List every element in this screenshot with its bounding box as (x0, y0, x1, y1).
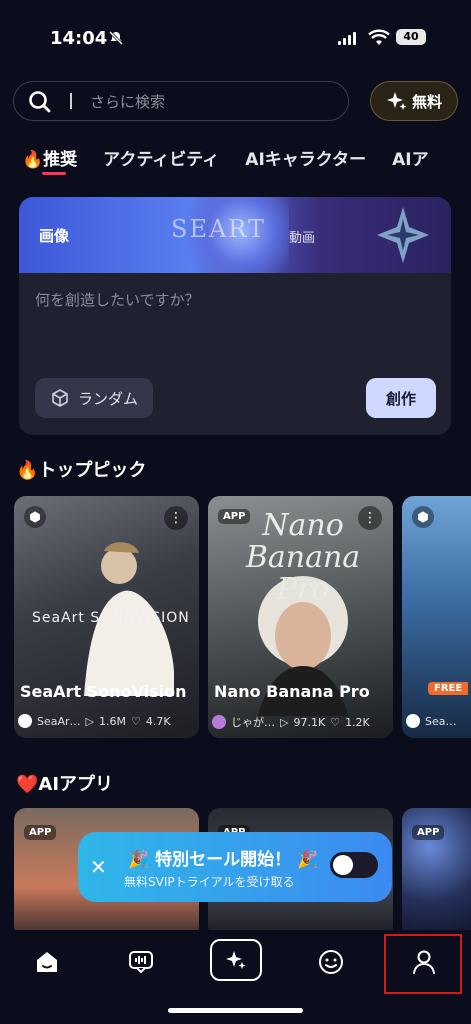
free-badge: FREE (428, 682, 469, 695)
card-title: SeaArt SonoVision (20, 682, 187, 701)
active-tab-indicator (42, 172, 66, 175)
more-options-icon[interactable]: ⋮ (164, 506, 188, 530)
search-bar[interactable] (13, 81, 349, 121)
star-illustration (377, 207, 429, 263)
play-icon: ▷ (280, 715, 289, 729)
card-title: Nano Banana Pro (214, 682, 370, 701)
card-plays: 1.6M (99, 714, 126, 728)
author-avatar (18, 714, 32, 728)
heart-icon: ♡ (330, 715, 341, 729)
more-options-icon[interactable]: ⋮ (358, 506, 382, 530)
top-pick-card[interactable]: FREE Sea… (402, 496, 471, 738)
sparkle-icon (386, 92, 407, 110)
search-icon (29, 91, 51, 113)
card-meta: Sea… (406, 714, 457, 728)
close-icon[interactable]: ✕ (90, 855, 107, 879)
app-badge: APP (24, 820, 57, 840)
image-tab[interactable]: 画像 (39, 225, 69, 246)
prompt-placeholder[interactable]: 何を創造したいですか？ (35, 289, 200, 310)
card-author: Sea… (425, 714, 457, 728)
tab-activity[interactable]: アクティビティ (103, 145, 219, 170)
heart-icon: ♡ (131, 714, 141, 728)
card-overlay-text: SeaArt SONOVISION (32, 610, 190, 626)
smile-chat-icon (319, 950, 343, 974)
video-tab[interactable]: 動画 (289, 227, 315, 246)
nav-create[interactable] (210, 939, 262, 981)
cube-icon (52, 389, 68, 407)
card-meta: じゃが… ▷ 97.1K ♡ 1.2K (212, 714, 370, 730)
home-indicator (168, 1008, 303, 1013)
card-plays: 97.1K (293, 715, 326, 729)
sparkle-icon (226, 951, 246, 969)
free-label: 無料 (411, 92, 442, 111)
top-pick-card[interactable]: SeaArt SONOVISION ⋮ SeaArt SonoVision Se… (14, 496, 199, 738)
tab-ai-character[interactable]: AIキャラクター (245, 145, 366, 170)
card-likes: 4.7K (145, 714, 171, 728)
promo-subtitle: 無料SVIPトライアルを受け取る (124, 875, 295, 889)
status-time: 14:04 (50, 28, 108, 49)
battery-indicator: 40 (396, 29, 426, 45)
wifi-icon (368, 29, 390, 45)
search-placeholder[interactable]: さらに検索 (90, 91, 165, 112)
toggle-knob (333, 855, 353, 875)
author-avatar (212, 715, 226, 729)
random-button[interactable]: ランダム (35, 378, 153, 418)
card-meta: SeaAr… ▷ 1.6M ♡ 4.7K (18, 714, 171, 728)
author-avatar (406, 714, 420, 728)
nav-messages[interactable] (311, 944, 351, 980)
nav-home[interactable] (27, 944, 67, 980)
profile-highlight-box (384, 934, 462, 994)
play-icon: ▷ (85, 714, 95, 728)
card-likes: 1.2K (345, 715, 370, 729)
banner-logo: SEART (171, 215, 266, 243)
promo-title: 🎉 特別セール開始！ 🎉 (128, 850, 319, 870)
cube-icon (24, 506, 46, 528)
cube-icon (412, 506, 434, 528)
random-label: ランダム (77, 389, 138, 408)
tab-ai-apps[interactable]: AIア (392, 145, 428, 170)
category-tabs: 🔥推奨 アクティビティ AIキャラクター AIア (22, 145, 429, 170)
home-icon (37, 952, 57, 972)
signal-icon (338, 32, 356, 45)
create-card: SEART 画像 動画 何を創造したいですか？ ランダム 創作 (19, 197, 451, 435)
bell-muted-icon (108, 30, 124, 46)
top-picks-title: 🔥トップピック (16, 460, 147, 481)
search-cursor (70, 93, 72, 109)
ai-apps-title: ❤️AIアプリ (16, 774, 114, 795)
create-button[interactable]: 創作 (366, 378, 436, 418)
nav-chat[interactable] (121, 944, 161, 980)
ai-app-card[interactable]: APP (402, 808, 471, 938)
tab-recommended[interactable]: 🔥推奨 (22, 145, 77, 170)
card-author: じゃが… (231, 716, 275, 729)
top-pick-card[interactable]: APP Nano Banana Pro ⋮ Nano Banana Pro じゃ… (208, 496, 393, 738)
card-author: SeaAr… (37, 714, 81, 728)
voice-message-icon (129, 951, 153, 974)
app-badge: APP (412, 820, 445, 840)
free-button[interactable]: 無料 (370, 81, 458, 121)
